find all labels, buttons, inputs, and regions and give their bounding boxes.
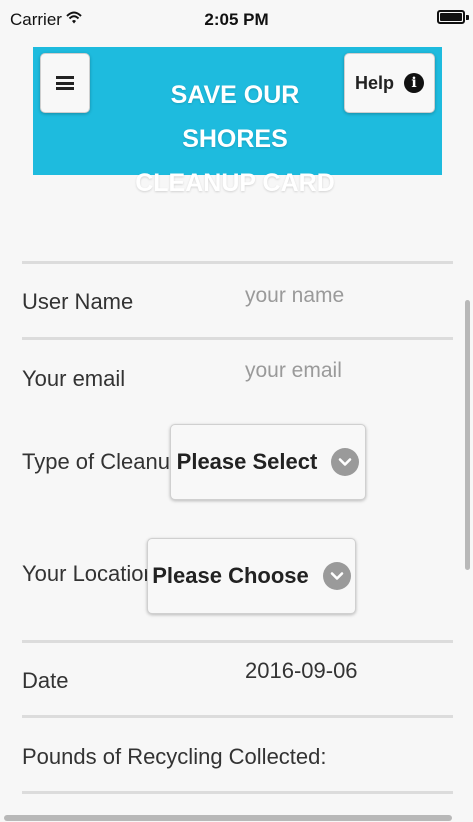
info-icon: i	[404, 73, 424, 93]
email-input[interactable]	[245, 356, 445, 386]
divider	[22, 715, 453, 718]
cleanup-type-value: Please Select	[176, 449, 318, 474]
chevron-down-icon	[331, 448, 360, 476]
status-time: 2:05 PM	[204, 10, 269, 29]
battery-tip	[466, 15, 469, 20]
help-label: Help	[354, 72, 394, 93]
cleanup-type-select[interactable]: Please Select	[170, 424, 366, 500]
user-name-input[interactable]	[245, 281, 445, 311]
help-button[interactable]: Help i	[344, 53, 435, 113]
title-line-1: SAVE OUR SHORES	[170, 81, 300, 153]
date-field[interactable]: 2016-09-06	[245, 658, 358, 684]
app-header: SAVE OUR SHORES CLEANUP CARD Help i	[33, 47, 442, 197]
chevron-down-icon	[322, 562, 351, 590]
location-label: Your Location	[22, 561, 156, 586]
status-bar: Carrier 2:05 PM	[0, 0, 473, 40]
hamburger-icon	[56, 76, 74, 90]
app-title: SAVE OUR SHORES CLEANUP CARD	[115, 73, 355, 205]
vertical-scrollbar[interactable]	[465, 300, 470, 570]
cleanup-type-label: Type of Cleanup	[22, 449, 183, 474]
location-select[interactable]: Please Choose	[147, 538, 356, 614]
divider	[22, 337, 453, 340]
date-label: Date	[22, 668, 69, 693]
battery-icon	[437, 10, 465, 24]
horizontal-scrollbar[interactable]	[4, 815, 452, 821]
menu-button[interactable]	[40, 53, 90, 113]
recycling-label: Pounds of Recycling Collected:	[22, 744, 327, 769]
title-line-2: CLEANUP CARD	[135, 169, 335, 197]
divider	[22, 640, 453, 643]
divider	[22, 791, 453, 794]
location-value: Please Choose	[152, 563, 309, 588]
divider	[22, 261, 453, 264]
user-name-label: User Name	[22, 289, 134, 314]
email-label: Your email	[22, 366, 126, 391]
